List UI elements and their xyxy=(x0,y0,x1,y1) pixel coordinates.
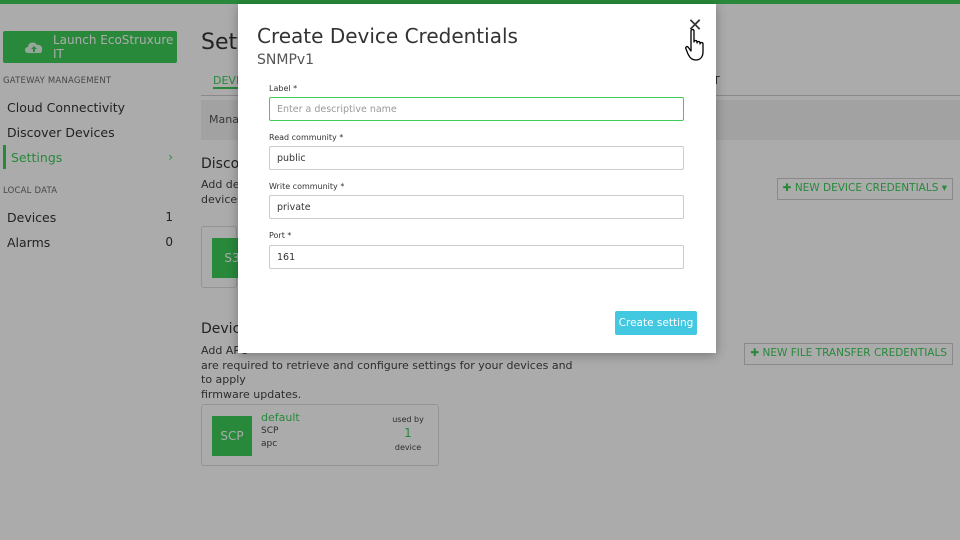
port-label: Port * xyxy=(269,231,292,240)
read-community-label: Read community * xyxy=(269,133,344,142)
label-field-label: Label * xyxy=(269,84,298,93)
write-community-input[interactable] xyxy=(269,195,684,219)
read-community-input[interactable] xyxy=(269,146,684,170)
create-credentials-modal: Create Device Credentials SNMPv1 ✕ Label… xyxy=(238,4,716,353)
hand-pointer-cursor-icon xyxy=(684,28,708,62)
label-input[interactable] xyxy=(269,97,684,121)
port-input[interactable] xyxy=(269,245,684,269)
write-community-label: Write community * xyxy=(269,182,345,191)
create-setting-button[interactable]: Create setting xyxy=(615,311,697,335)
modal-title: Create Device Credentials xyxy=(257,24,518,48)
modal-subtitle: SNMPv1 xyxy=(257,52,315,68)
